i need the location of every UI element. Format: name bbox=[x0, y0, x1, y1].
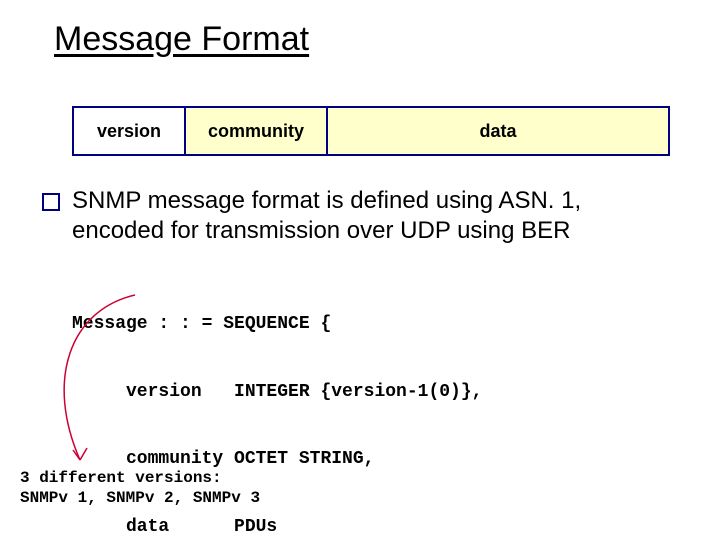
packet-diagram: version community data bbox=[72, 106, 670, 156]
asn1-line: data PDUs bbox=[72, 516, 482, 539]
bullet-text: SNMP message format is defined using ASN… bbox=[72, 186, 672, 246]
asn1-line: Message : : = SEQUENCE { bbox=[72, 313, 482, 336]
packet-cell-data: data bbox=[328, 108, 668, 154]
slide: Message Format version community data SN… bbox=[0, 0, 720, 540]
bullet-item: SNMP message format is defined using ASN… bbox=[42, 186, 672, 246]
bullet-marker-icon bbox=[42, 193, 60, 211]
footnote-versions: 3 different versions: SNMPv 1, SNMPv 2, … bbox=[20, 468, 260, 508]
asn1-line: version INTEGER {version-1(0)}, bbox=[72, 381, 482, 404]
page-title: Message Format bbox=[54, 20, 309, 59]
packet-cell-community: community bbox=[186, 108, 328, 154]
packet-cell-version: version bbox=[74, 108, 186, 154]
